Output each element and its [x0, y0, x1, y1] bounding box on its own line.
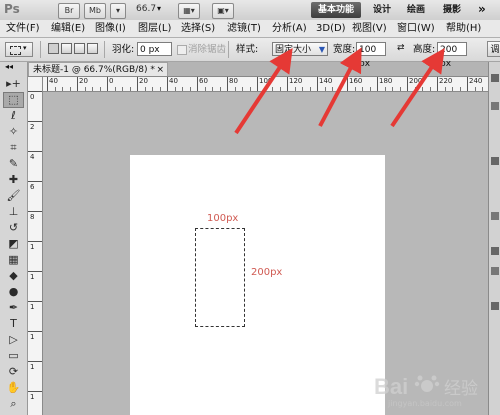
svg-text:Bai: Bai [374, 374, 408, 399]
watermark-url: jingyan.baidu.com [388, 399, 462, 408]
panel-icon-5[interactable] [491, 247, 499, 255]
baidu-paw-logo: Bai 经验 [374, 374, 478, 399]
baidu-watermark: Bai 经验 jingyan.baidu.com [352, 370, 497, 414]
panel-icon-2[interactable] [491, 102, 499, 110]
arrow-to-height [390, 48, 445, 128]
panel-icon-3[interactable] [491, 157, 499, 165]
panel-icon-6[interactable] [491, 267, 499, 275]
arrow-to-style [234, 48, 293, 135]
arrow-to-width [318, 47, 362, 127]
panel-dock [488, 62, 500, 415]
panel-icon-1[interactable] [491, 74, 499, 82]
annotation-arrows [234, 47, 445, 135]
panel-icon-4[interactable] [491, 212, 499, 220]
svg-text:经验: 经验 [444, 379, 478, 399]
panel-icon-7[interactable] [491, 302, 499, 310]
